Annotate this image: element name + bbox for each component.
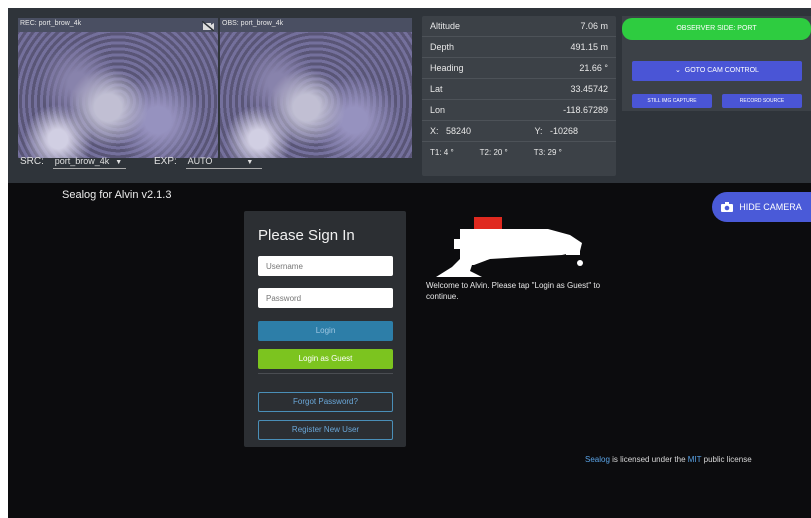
still-image-capture-button[interactable]: STILL IMG CAPTURE — [632, 94, 712, 108]
x-coordinate: X: 58240 — [430, 126, 471, 136]
hide-camera-label: HIDE CAMERA — [739, 202, 802, 212]
exposure-dropdown[interactable]: AUTO ▼ — [185, 156, 262, 169]
rec-camera-label: REC: port_brow_4k — [20, 20, 82, 27]
x-label: X: — [430, 126, 439, 136]
xy-row: X: 58240 Y: -10268 — [422, 121, 616, 142]
camera-off-icon[interactable] — [202, 21, 214, 31]
record-source-button[interactable]: RECORD SOURCE — [722, 94, 802, 108]
app-title: Sealog for Alvin v2.1.3 — [62, 189, 172, 201]
source-value: port_brow_4k — [54, 156, 110, 166]
t2-value: T2: 20 ° — [479, 148, 508, 157]
t1-value: T1: 4 ° — [430, 148, 454, 157]
temperature-row: T1: 4 ° T2: 20 ° T3: 29 ° — [422, 142, 616, 163]
password-input[interactable] — [258, 288, 393, 308]
telemetry-label: Heading — [430, 63, 464, 73]
mit-link[interactable]: MIT — [688, 455, 702, 464]
app-window: REC: port_brow_4k OBS: port_brow_4k SRC:… — [8, 8, 811, 518]
camera-feed-image — [220, 32, 412, 158]
telemetry-value: 33.45742 — [570, 84, 608, 94]
username-input[interactable] — [258, 256, 393, 276]
telemetry-label: Lat — [430, 84, 443, 94]
obs-camera-label: OBS: port_brow_4k — [222, 20, 284, 27]
exposure-selector: EXP: AUTO ▼ — [154, 156, 262, 169]
t3-value: T3: 29 ° — [533, 148, 562, 157]
login-as-guest-button[interactable]: Login as Guest — [258, 349, 393, 369]
telemetry-value: 491.15 m — [570, 42, 608, 52]
camera-feed-image — [18, 32, 218, 158]
hide-camera-button[interactable]: HIDE CAMERA — [712, 192, 811, 222]
telemetry-row: Lon -118.67289 — [422, 100, 616, 121]
login-button[interactable]: Login — [258, 321, 393, 341]
x-value: 58240 — [446, 126, 472, 136]
chevron-down-icon: ▼ — [115, 159, 123, 166]
exposure-label: EXP: — [154, 156, 177, 167]
telemetry-row: Heading 21.66 ° — [422, 58, 616, 79]
observer-side-button[interactable]: OBSERVER SIDE: PORT — [622, 18, 811, 40]
telemetry-row: Depth 491.15 m — [422, 37, 616, 58]
telemetry-value: 21.66 ° — [579, 63, 608, 73]
source-label: SRC: — [20, 156, 44, 167]
telemetry-label: Altitude — [430, 21, 461, 31]
license-end-text: public license — [701, 455, 752, 464]
rec-camera-view[interactable]: REC: port_brow_4k — [18, 18, 218, 158]
obs-camera-view[interactable]: OBS: port_brow_4k — [220, 18, 412, 158]
welcome-message: Welcome to Alvin. Please tap "Login as G… — [426, 281, 601, 301]
register-new-user-button[interactable]: Register New User — [258, 420, 393, 440]
chevron-down-icon: ⌄ — [675, 67, 681, 74]
telemetry-panel: Altitude 7.06 m Depth 491.15 m Heading 21.6… — [422, 16, 616, 176]
camera-control-panel: OBSERVER SIDE: PORT ⌄ GOTO CAM CONTROL S… — [622, 16, 811, 111]
telemetry-row: Altitude 7.06 m — [422, 16, 616, 37]
license-text: Sealog is licensed under the MIT public … — [585, 455, 752, 464]
exposure-value: AUTO — [187, 156, 213, 166]
sign-in-panel: Please Sign In Login Login as Guest Forg… — [244, 211, 406, 447]
sign-in-title: Please Sign In — [258, 227, 355, 244]
license-middle-text: is licensed under the — [609, 455, 688, 464]
source-selector: SRC: port_brow_4k ▼ — [20, 156, 127, 169]
forgot-password-button[interactable]: Forgot Password? — [258, 392, 393, 412]
chevron-down-icon: ▼ — [246, 159, 254, 166]
telemetry-label: Lon — [430, 105, 446, 115]
y-label: Y: — [534, 126, 543, 136]
alvin-submersible-logo — [436, 217, 583, 277]
camera-telemetry-header: REC: port_brow_4k OBS: port_brow_4k SRC:… — [8, 8, 811, 183]
y-coordinate: Y: -10268 — [534, 126, 578, 136]
telemetry-value: 7.06 m — [580, 21, 608, 31]
sealog-link[interactable]: Sealog — [585, 455, 610, 464]
divider — [258, 373, 393, 374]
y-value: -10268 — [549, 126, 578, 136]
goto-cam-control-button[interactable]: ⌄ GOTO CAM CONTROL — [632, 61, 802, 81]
telemetry-label: Depth — [430, 42, 455, 52]
goto-cam-label: GOTO CAM CONTROL — [684, 67, 759, 74]
telemetry-value: -118.67289 — [563, 105, 608, 115]
camera-icon — [721, 202, 734, 212]
telemetry-row: Lat 33.45742 — [422, 79, 616, 100]
source-dropdown[interactable]: port_brow_4k ▼ — [52, 156, 127, 169]
